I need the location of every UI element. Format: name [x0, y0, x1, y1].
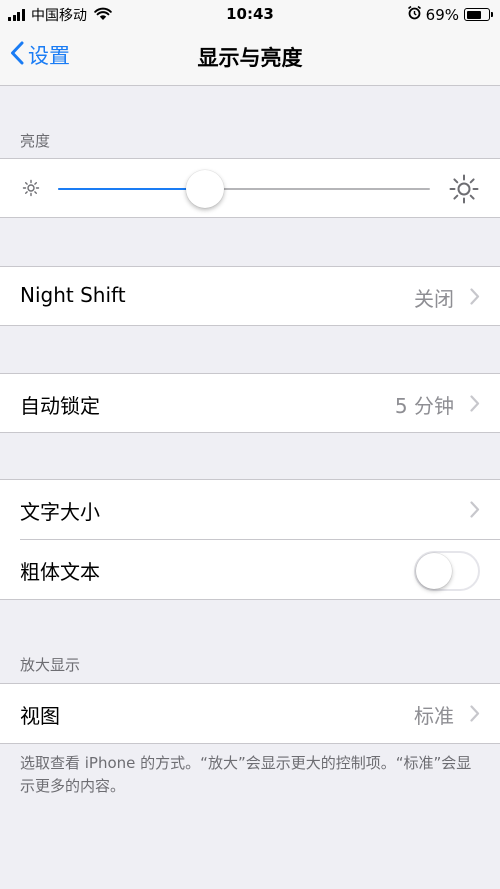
text-size-label: 文字大小: [20, 500, 100, 524]
brightness-slider-fill: [58, 188, 205, 190]
chevron-right-icon: [470, 288, 480, 309]
chevron-right-icon: [470, 501, 480, 522]
page-title: 显示与亮度: [197, 46, 303, 70]
sun-small-icon: [22, 179, 40, 201]
auto-lock-row[interactable]: 自动锁定 5 分钟: [0, 374, 500, 432]
night-shift-label: Night Shift: [20, 283, 126, 307]
auto-lock-group: 自动锁定 5 分钟: [0, 373, 500, 433]
night-shift-row[interactable]: Night Shift 关闭: [0, 267, 500, 325]
bold-text-row: 粗体文本: [0, 540, 500, 598]
view-value: 标准: [414, 704, 454, 728]
view-label: 视图: [20, 704, 60, 728]
text-size-row[interactable]: 文字大小: [0, 480, 500, 538]
alarm-icon: [407, 5, 422, 24]
zoom-group: 视图 标准: [0, 683, 500, 744]
brightness-header: 亮度: [20, 132, 51, 150]
battery-percent: 69%: [425, 5, 459, 24]
view-row[interactable]: 视图 标准: [0, 684, 500, 742]
sun-large-icon: [449, 174, 479, 208]
status-bar: 中国移动 10:43 69%: [0, 0, 500, 30]
zoom-header: 放大显示: [20, 656, 81, 674]
battery-fill: [466, 10, 481, 19]
status-right: 69%: [407, 5, 493, 24]
toggle-knob: [416, 553, 452, 589]
brightness-slider-track[interactable]: [58, 188, 430, 190]
chevron-right-icon: [470, 705, 480, 726]
bold-text-toggle[interactable]: [414, 551, 480, 591]
chevron-right-icon: [470, 395, 480, 416]
auto-lock-label: 自动锁定: [20, 394, 100, 418]
bold-text-label: 粗体文本: [20, 560, 100, 584]
brightness-group: [0, 158, 500, 218]
battery-icon: [464, 8, 493, 21]
zoom-footer-note: 选取查看 iPhone 的方式。“放大”会显示更大的控制项。“标准”会显示更多的…: [20, 754, 472, 795]
navigation-bar: 设置 显示与亮度: [0, 30, 500, 86]
night-shift-group: Night Shift 关闭: [0, 266, 500, 326]
night-shift-value: 关闭: [414, 287, 454, 311]
auto-lock-value: 5 分钟: [394, 394, 454, 418]
text-group: 文字大小 粗体文本: [0, 479, 500, 600]
brightness-slider-thumb[interactable]: [185, 170, 224, 208]
